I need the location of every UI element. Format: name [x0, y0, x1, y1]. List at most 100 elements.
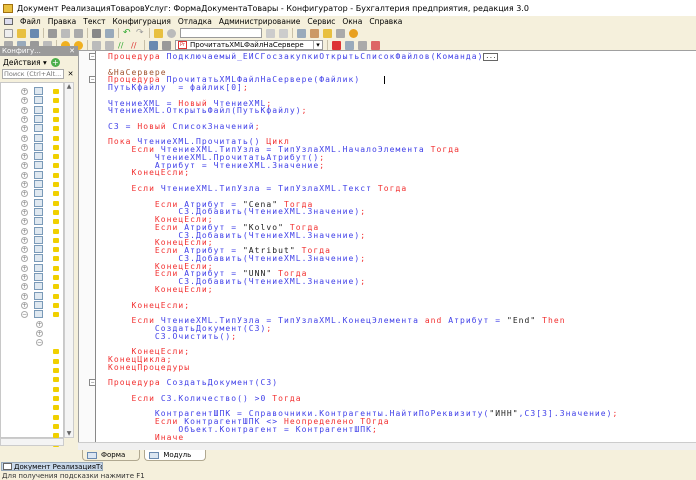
fold-toggle-icon[interactable]: − [89, 379, 96, 387]
uncomment-icon[interactable]: // [131, 41, 140, 50]
expand-icon[interactable]: + [21, 199, 28, 207]
windows-icon[interactable] [297, 28, 306, 38]
expand-icon[interactable]: + [21, 190, 28, 198]
code-text[interactable]: − Процедура Подключаемый_ЕИСГосзакупкиОтк… [89, 53, 618, 441]
expand-icon[interactable]: + [21, 134, 28, 142]
expand-icon[interactable]: + [21, 264, 28, 272]
copy-icon[interactable] [61, 28, 70, 38]
find-next-icon[interactable] [266, 28, 275, 38]
tree-item[interactable] [1, 375, 65, 384]
tree-item[interactable]: + [1, 254, 65, 263]
tree-item[interactable]: + [1, 235, 65, 245]
tree-item[interactable]: + [1, 329, 65, 338]
actions-menu[interactable]: Действия ▾ [3, 58, 47, 67]
tree-item[interactable]: − [1, 310, 65, 319]
find-icon[interactable] [154, 28, 163, 38]
goto-icon[interactable] [149, 40, 158, 50]
expand-icon[interactable]: + [21, 292, 28, 300]
step-icon[interactable] [345, 40, 354, 50]
expand-icon[interactable]: + [21, 115, 28, 123]
tree-item[interactable] [1, 347, 65, 356]
expand-icon[interactable]: + [21, 208, 28, 216]
expand-icon[interactable]: + [21, 283, 28, 291]
tree-item[interactable]: + [1, 133, 65, 143]
preview-icon[interactable] [105, 28, 114, 38]
comment-icon[interactable]: // [118, 41, 127, 50]
tree-vertical-scrollbar[interactable]: ▲ ▼ [64, 82, 74, 438]
tree-item[interactable] [1, 403, 65, 412]
tab-module[interactable]: Модуль [144, 450, 207, 461]
menu-item[interactable]: Сервис [307, 17, 335, 26]
window-menu-icon[interactable] [4, 18, 13, 25]
tree-search-input[interactable] [2, 69, 64, 79]
tree-item[interactable] [1, 357, 65, 366]
clear-breakpoints-icon[interactable] [371, 40, 380, 50]
tree-item[interactable]: + [1, 152, 65, 161]
tree-item[interactable]: + [1, 263, 65, 273]
menu-item[interactable]: Окна [342, 17, 362, 26]
tree-item[interactable]: + [1, 291, 65, 301]
tree-item[interactable]: + [1, 300, 65, 310]
expand-icon[interactable]: + [21, 153, 28, 161]
outdent-icon[interactable] [105, 40, 114, 50]
redo-icon[interactable]: ↷ [136, 28, 145, 38]
print-icon[interactable] [92, 28, 101, 38]
expand-icon[interactable]: + [21, 88, 28, 95]
expand-icon[interactable]: + [21, 125, 28, 133]
menu-item[interactable]: Справка [369, 17, 402, 26]
menu-item[interactable]: Правка [48, 17, 77, 26]
expand-icon[interactable]: + [21, 106, 28, 114]
fold-toggle-icon[interactable]: − [89, 76, 96, 84]
expand-icon[interactable]: + [21, 227, 28, 235]
menu-item[interactable]: Текст [83, 17, 105, 26]
tree-item[interactable] [1, 422, 65, 431]
breakpoint-icon[interactable] [332, 40, 341, 50]
tree-item[interactable]: + [1, 124, 65, 133]
procedure-select[interactable]: Pr ПрочитатьXMLФайлНаСервере ▾ [175, 40, 323, 50]
tree-item[interactable]: + [1, 198, 65, 208]
tree-item[interactable]: + [1, 282, 65, 291]
expand-icon[interactable]: + [21, 236, 28, 244]
stop-icon[interactable] [358, 40, 367, 50]
tab-form[interactable]: Форма [82, 450, 141, 461]
tree-item[interactable]: + [1, 161, 65, 170]
fold-toggle-icon[interactable]: − [89, 53, 96, 60]
menu-item[interactable]: Файл [20, 17, 41, 26]
tree-item[interactable]: + [1, 87, 65, 96]
tree-horizontal-scrollbar[interactable] [0, 438, 64, 446]
expand-icon[interactable]: + [21, 246, 28, 254]
save-icon[interactable] [30, 28, 39, 38]
editor-horizontal-scrollbar[interactable] [78, 442, 696, 450]
expand-icon[interactable]: + [21, 97, 28, 105]
search-input[interactable] [180, 28, 262, 38]
clear-search-icon[interactable]: ✕ [66, 69, 75, 79]
expand-icon[interactable]: + [21, 301, 28, 309]
expand-icon[interactable]: + [21, 143, 28, 151]
code-editor[interactable]: − Процедура Подключаемый_ЕИСГосзакупкиОтк… [78, 50, 696, 442]
tree-item[interactable]: + [1, 170, 65, 180]
tree-item[interactable]: − [1, 338, 65, 347]
tree-item[interactable]: + [1, 142, 65, 152]
search-icon[interactable] [167, 28, 176, 38]
taskbar-window-button[interactable]: Документ РеализацияТова... [1, 462, 103, 471]
new-icon[interactable] [4, 28, 13, 38]
syntax-helper-icon[interactable] [336, 28, 345, 38]
procedures-icon[interactable] [162, 40, 171, 50]
expand-icon[interactable]: + [21, 218, 28, 226]
tree-item[interactable]: + [1, 226, 65, 236]
find-prev-icon[interactable] [279, 28, 288, 38]
tree-item[interactable]: + [1, 180, 65, 189]
tree-item[interactable]: + [1, 105, 65, 115]
tree-item[interactable]: + [1, 245, 65, 254]
tree-item[interactable]: + [1, 114, 65, 124]
expand-icon[interactable]: + [21, 171, 28, 179]
cut-icon[interactable] [48, 28, 57, 38]
tree-item[interactable]: + [1, 273, 65, 282]
expand-icon[interactable]: + [36, 329, 43, 337]
indent-icon[interactable] [92, 40, 101, 50]
collapse-icon[interactable]: − [36, 339, 43, 347]
expand-icon[interactable]: + [21, 255, 28, 263]
expand-icon[interactable]: + [21, 274, 28, 281]
expand-icon[interactable]: + [21, 162, 28, 170]
collapse-icon[interactable]: − [21, 311, 28, 319]
